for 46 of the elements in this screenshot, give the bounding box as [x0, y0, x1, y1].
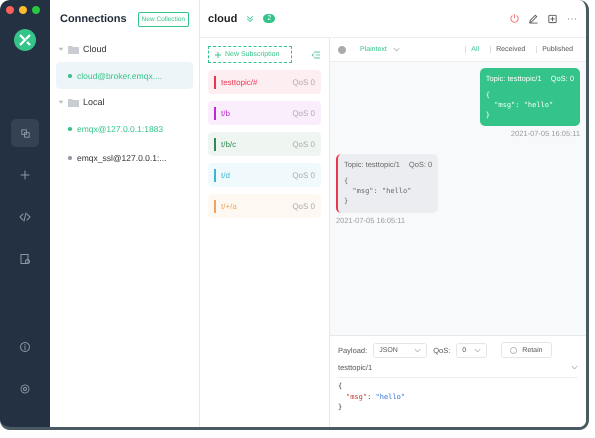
- qos-label: QoS 0: [292, 78, 315, 86]
- topic-name: t/+/a: [221, 202, 237, 210]
- qos-label: QoS 0: [292, 170, 315, 180]
- qos-label: QoS 0: [292, 108, 315, 118]
- connections-title: Connections: [60, 13, 127, 25]
- power-icon[interactable]: [509, 13, 520, 24]
- document-clock-icon[interactable]: [19, 253, 31, 265]
- plus-icon[interactable]: [19, 169, 31, 181]
- folder-icon: [68, 98, 79, 106]
- topic-name: t/b: [221, 108, 230, 118]
- connection-name: emqx@127.0.0.1:1883: [77, 124, 164, 134]
- qos-label: QoS 0: [292, 140, 315, 148]
- subscription-item[interactable]: testtopic/# QoS 0: [208, 70, 321, 94]
- app-logo: [14, 29, 36, 51]
- subscription-item[interactable]: t/b QoS 0: [208, 101, 321, 125]
- chevron-down-icon: [571, 364, 578, 371]
- minimize-window-button[interactable]: [19, 6, 27, 14]
- connection-name: emqx_ssl@127.0.0.1:...: [77, 152, 166, 162]
- code-icon[interactable]: [19, 211, 31, 223]
- chevron-down-icon: [414, 346, 422, 354]
- settings-icon[interactable]: [19, 383, 31, 395]
- qos-label: QoS 0: [292, 202, 315, 210]
- connection-item[interactable]: emqx_ssl@127.0.0.1:...: [56, 144, 193, 171]
- subscription-item[interactable]: t/d QoS 0: [208, 163, 321, 187]
- folder-icon: [68, 44, 79, 54]
- chevron-down-icon: [392, 46, 400, 53]
- connection-title: cloud: [208, 12, 238, 24]
- pencil-icon[interactable]: [528, 13, 539, 24]
- close-window-button[interactable]: [6, 6, 14, 14]
- info-icon[interactable]: [19, 341, 31, 353]
- topic-name: t/d: [221, 170, 230, 180]
- connection-item[interactable]: emqx@127.0.0.1:1883: [56, 115, 193, 142]
- connections-icon[interactable]: [20, 128, 30, 138]
- topic-name: testtopic/#: [221, 78, 258, 86]
- help-icon: [338, 46, 346, 54]
- maximize-window-button[interactable]: [32, 6, 40, 14]
- topic-name: t/b/c: [221, 140, 236, 148]
- chevron-down-icon: [474, 346, 482, 354]
- new-window-icon[interactable]: [547, 13, 558, 24]
- connection-name: cloud@broker.emqx....: [77, 70, 162, 80]
- group-name[interactable]: Cloud: [83, 44, 107, 54]
- group-name[interactable]: Local: [83, 97, 105, 107]
- subscription-item[interactable]: t/+/a QoS 0: [208, 194, 321, 218]
- plus-icon: [215, 52, 221, 58]
- subscription-item[interactable]: t/b/c QoS 0: [208, 132, 321, 156]
- connections-button[interactable]: [11, 119, 39, 147]
